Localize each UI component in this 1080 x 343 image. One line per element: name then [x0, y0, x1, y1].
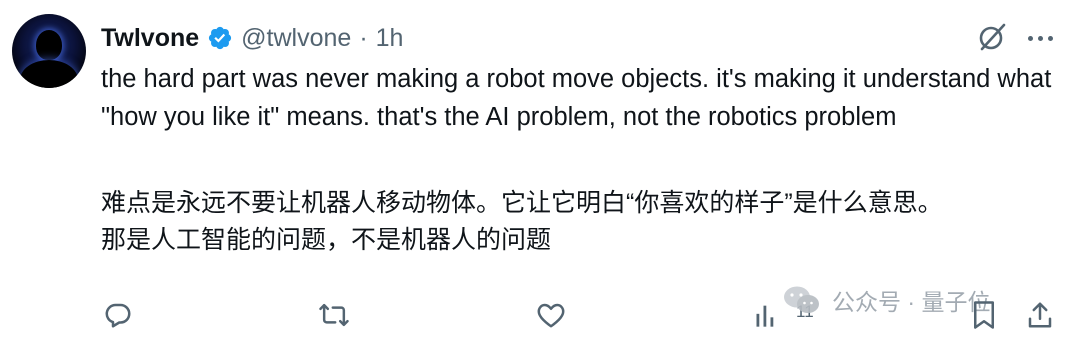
more-dot — [1047, 35, 1053, 41]
more-dot — [1037, 35, 1043, 41]
meta-separator: · — [359, 23, 368, 52]
tweet-text-english: the hard part was never making a robot m… — [101, 65, 1059, 131]
verified-badge-icon — [209, 26, 232, 50]
bookmark-icon — [974, 301, 994, 329]
like-icon — [537, 303, 565, 328]
grok-icon[interactable] — [974, 20, 1008, 54]
share-button[interactable] — [1022, 297, 1058, 333]
more-icon[interactable] — [1022, 23, 1058, 53]
author-name[interactable]: Twlvone — [101, 24, 199, 53]
tweet-header: Twlvone @twlvone · 1h — [101, 20, 403, 56]
tweet-text-chinese: 难点是永远不要让机器人移动物体。它让它明白“你喜欢的样子”是什么意思。 那是人工… — [101, 189, 943, 254]
author-handle[interactable]: @twlvone — [241, 24, 351, 53]
more-dot — [1027, 35, 1033, 41]
bookmark-button[interactable] — [966, 297, 1002, 333]
wechat-icon — [784, 286, 819, 313]
views-button[interactable] — [749, 297, 785, 333]
share-icon — [1028, 302, 1052, 328]
avatar-head-shape — [36, 30, 62, 60]
views-icon — [756, 305, 774, 327]
retweet-icon — [319, 303, 349, 327]
like-button[interactable] — [533, 297, 569, 333]
avatar-shoulders-shape — [20, 60, 78, 88]
reply-icon — [105, 303, 131, 328]
retweet-button[interactable] — [316, 297, 352, 333]
watermark: 公众号 · 量子位 — [782, 282, 990, 318]
reply-button[interactable] — [100, 297, 136, 333]
avatar[interactable] — [12, 14, 86, 88]
tweet-time[interactable]: 1h — [376, 24, 404, 53]
